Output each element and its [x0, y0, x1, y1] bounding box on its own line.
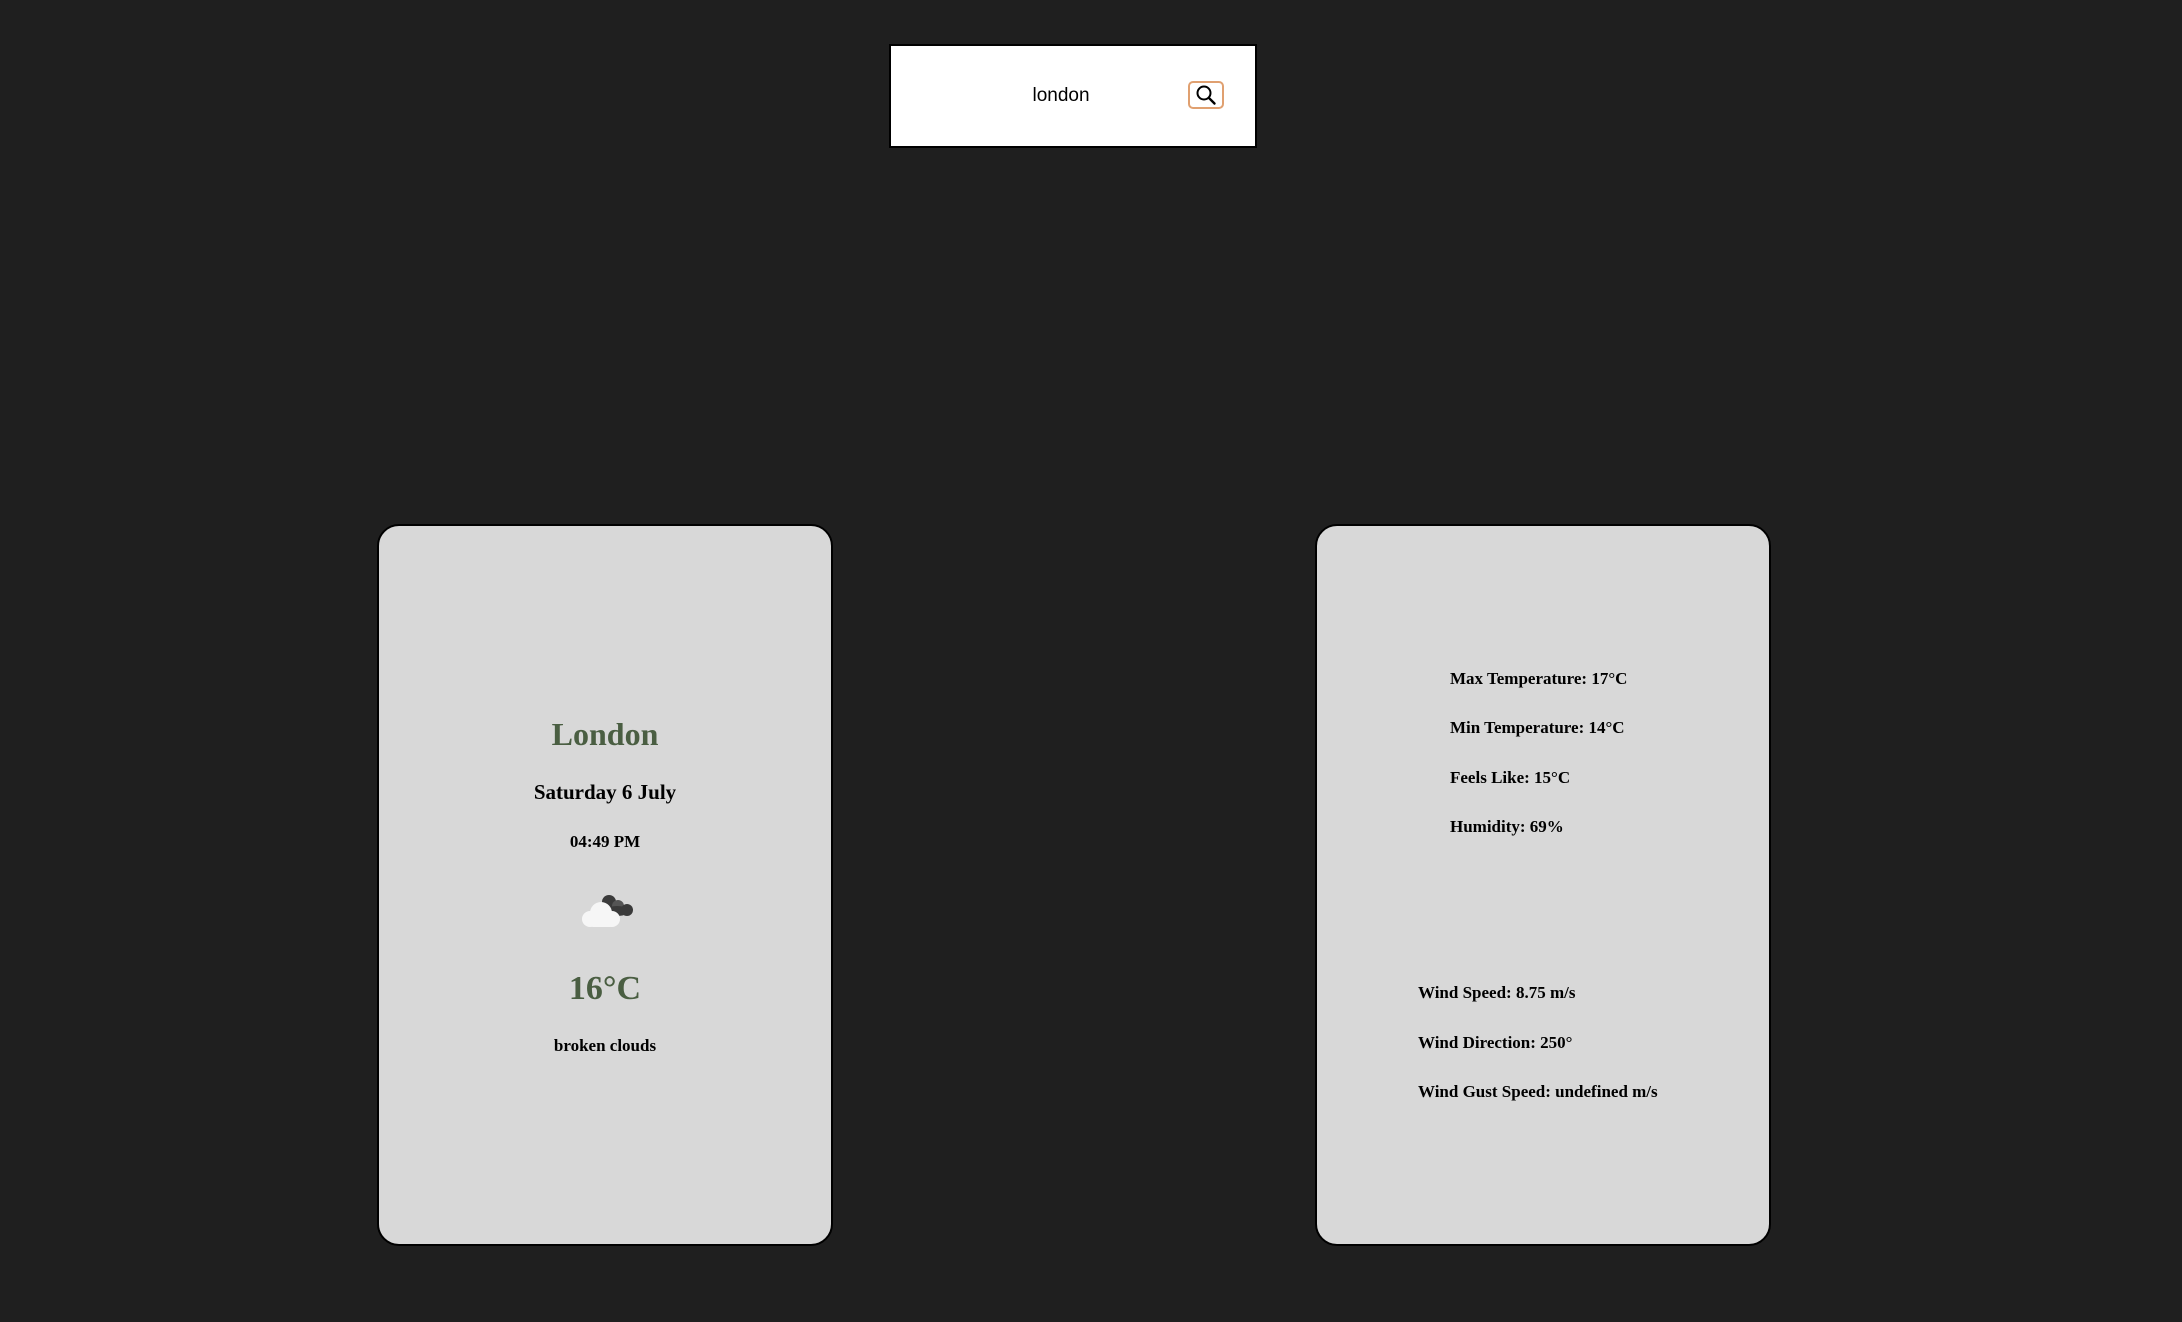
search-icon [1196, 85, 1216, 105]
weather-description: broken clouds [553, 1036, 657, 1055]
weather-details-card: Max Temperature: 17°C Min Temperature: 1… [1315, 524, 1771, 1246]
humidity: Humidity: 69% [1450, 817, 1564, 836]
current-date: Saturday 6 July [533, 780, 677, 804]
search-bar [889, 44, 1257, 148]
broken-clouds-icon [582, 895, 633, 927]
feels-like: Feels Like: 15°C [1450, 768, 1571, 787]
city-name: London [551, 716, 659, 752]
current-time: 04:49 PM [569, 832, 641, 851]
search-button[interactable] [1188, 81, 1224, 109]
current-weather-card: London Saturday 6 July 04:49 PM 16°C bro… [377, 524, 833, 1246]
wind-gust-speed: Wind Gust Speed: undefined m/s [1418, 1082, 1658, 1101]
current-temperature: 16°C [568, 970, 642, 1007]
search-input[interactable] [971, 76, 1151, 116]
wind-direction: Wind Direction: 250° [1418, 1033, 1573, 1052]
min-temperature: Min Temperature: 14°C [1450, 718, 1625, 737]
wind-speed: Wind Speed: 8.75 m/s [1418, 983, 1576, 1002]
max-temperature: Max Temperature: 17°C [1450, 669, 1628, 688]
